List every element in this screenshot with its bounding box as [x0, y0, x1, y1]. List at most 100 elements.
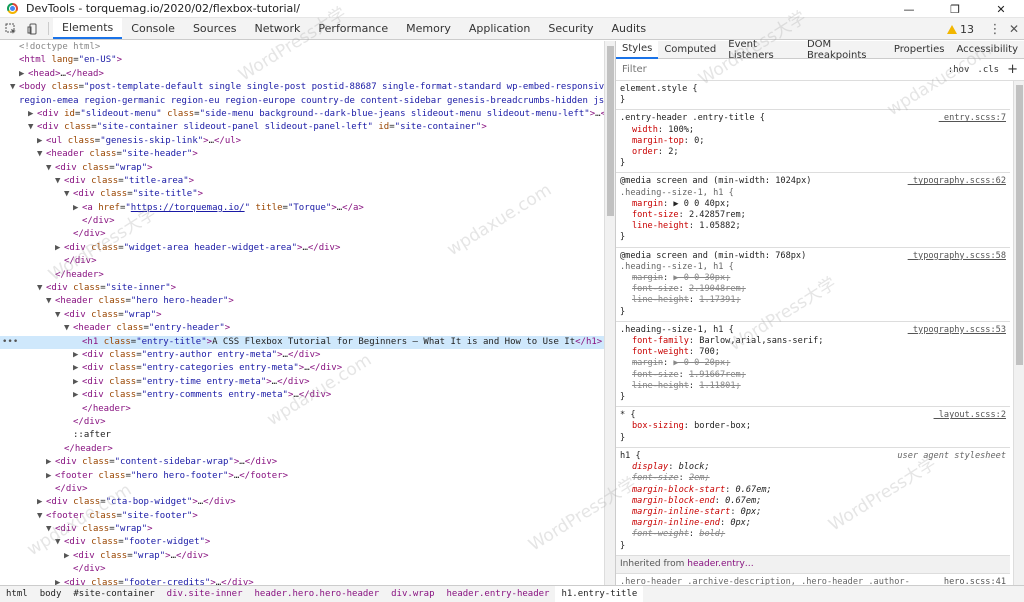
expand-toggle-icon[interactable]: ▶	[73, 376, 82, 389]
expand-toggle-icon[interactable]: ▼	[55, 175, 64, 188]
close-window-button[interactable]: ✕	[978, 0, 1024, 18]
dom-node[interactable]: ▼ <header class="entry-header">	[0, 322, 604, 335]
css-declaration[interactable]: font-family: Barlow,arial,sans-serif;	[620, 336, 1006, 347]
styles-filter-input[interactable]	[622, 64, 944, 75]
elements-dom-tree[interactable]: <!doctype html> <html lang="en-US"> ▶ <head…	[0, 41, 604, 585]
dom-node[interactable]: ▼ <header class="site-header">	[0, 148, 604, 161]
dom-node[interactable]: ▶ <footer class="hero hero-footer">…</foo…	[0, 470, 604, 483]
expand-toggle-icon[interactable]: ▶	[55, 577, 64, 585]
css-rule[interactable]: element.style {}	[616, 81, 1010, 111]
dom-node[interactable]: <html lang="en-US">	[0, 54, 604, 67]
elements-scroll-thumb[interactable]	[607, 46, 614, 216]
css-declaration[interactable]: font-size: 2.42857rem;	[620, 210, 1006, 221]
property-value[interactable]: 2.42857rem;	[689, 210, 746, 220]
hover-state-toggle[interactable]: :hov	[944, 65, 974, 75]
expand-toggle-icon[interactable]: ▼	[64, 188, 73, 201]
minimize-button[interactable]: —	[886, 0, 932, 18]
tab-elements[interactable]: Elements	[53, 18, 123, 39]
property-value[interactable]: ▶ 0 0 30px;	[673, 273, 730, 283]
css-declaration[interactable]: font-size: 2.19048rem;	[620, 284, 1006, 295]
property-value[interactable]: ▶ 0 0 20px;	[673, 358, 730, 368]
expand-toggle-icon[interactable]: ▼	[37, 510, 46, 523]
expand-toggle-icon[interactable]: ▶	[73, 349, 82, 362]
new-rule-button[interactable]: +	[1003, 62, 1024, 77]
breadcrumb-item[interactable]: h1.entry-title	[555, 585, 644, 602]
property-value[interactable]: 0.67em;	[725, 496, 761, 506]
property-name[interactable]: font-size	[632, 370, 679, 380]
rule-source-link[interactable]: _layout.scss:2	[934, 410, 1006, 421]
dom-node[interactable]: ▶ <div class="wrap">…</div>	[0, 550, 604, 563]
dom-node[interactable]: </div>	[0, 255, 604, 268]
css-declaration[interactable]: font-size: 2em;	[620, 473, 1006, 484]
class-toggle[interactable]: .cls	[973, 65, 1003, 75]
styles-tab-dom-breakpoints[interactable]: DOM Breakpoints	[801, 39, 888, 61]
expand-toggle-icon[interactable]: ▶	[73, 389, 82, 402]
css-declaration[interactable]: font-weight: 700;	[620, 347, 1006, 358]
css-declaration[interactable]: margin: ▶ 0 0 30px;	[620, 273, 1006, 284]
dom-node[interactable]: <!doctype html>	[0, 41, 604, 54]
css-declaration[interactable]: font-size: 1.91667rem;	[620, 370, 1006, 381]
property-name[interactable]: box-sizing	[632, 421, 684, 431]
warnings-badge[interactable]: 13	[947, 23, 974, 36]
css-declaration[interactable]: margin-top: 0;	[620, 136, 1006, 147]
dom-node[interactable]: ::after	[0, 429, 604, 442]
tab-sources[interactable]: Sources	[184, 18, 246, 39]
expand-toggle-icon[interactable]: ▶	[37, 496, 46, 509]
property-value[interactable]: 0.67em;	[736, 485, 772, 495]
property-name[interactable]: margin	[632, 199, 663, 209]
property-value[interactable]: 2em;	[689, 473, 710, 483]
property-name[interactable]: line-height	[632, 381, 689, 391]
dom-node[interactable]: </header>	[0, 269, 604, 282]
dom-node[interactable]: ▶ <div class="entry-time entry-meta">…</d…	[0, 376, 604, 389]
css-declaration[interactable]: line-height: 1.11801;	[620, 381, 1006, 392]
expand-toggle-icon[interactable]: ▼	[46, 295, 55, 308]
dom-node[interactable]: </div>	[0, 563, 604, 576]
property-name[interactable]: display	[632, 462, 668, 472]
css-rule[interactable]: _layout.scss:2 * {box-sizing: border-box;…	[616, 407, 1010, 448]
expand-toggle-icon[interactable]: ▼	[37, 282, 46, 295]
expand-toggle-icon[interactable]: ▼	[55, 309, 64, 322]
breadcrumb-item[interactable]: header.hero.hero-header	[249, 589, 386, 599]
css-declaration[interactable]: line-height: 1.17391;	[620, 295, 1006, 306]
tab-network[interactable]: Network	[245, 18, 309, 39]
tab-application[interactable]: Application	[460, 18, 539, 39]
property-name[interactable]: width	[632, 125, 658, 135]
css-declaration[interactable]: margin-inline-end: 0px;	[620, 518, 1006, 529]
dom-node[interactable]: ▼ <footer class="site-footer">	[0, 510, 604, 523]
dom-node[interactable]: </div>	[0, 483, 604, 496]
property-value[interactable]: ▶ 0 0 40px;	[673, 199, 730, 209]
breadcrumb-item[interactable]: #site-container	[67, 589, 160, 599]
css-declaration[interactable]: margin-block-end: 0.67em;	[620, 496, 1006, 507]
dom-node[interactable]: ▼ <div class="site-container slideout-pan…	[0, 121, 604, 134]
property-name[interactable]: font-weight	[632, 347, 689, 357]
tab-audits[interactable]: Audits	[603, 18, 656, 39]
property-name[interactable]: margin-block-start	[632, 485, 725, 495]
expand-toggle-icon[interactable]: ▶	[19, 68, 28, 81]
dom-node[interactable]: ▼ <div class="site-title">	[0, 188, 604, 201]
breadcrumb-item[interactable]: header.entry-header	[441, 589, 556, 599]
rule-selector[interactable]: .heading--size-1, h1 {	[620, 188, 1006, 199]
property-name[interactable]: line-height	[632, 295, 689, 305]
close-devtools-icon[interactable]: ✕	[1004, 22, 1024, 36]
property-value[interactable]: 1.05882;	[699, 221, 740, 231]
css-declaration[interactable]: margin: ▶ 0 0 40px;	[620, 199, 1006, 210]
property-value[interactable]: border-box;	[694, 421, 751, 431]
property-value[interactable]: bold;	[699, 529, 725, 539]
expand-toggle-icon[interactable]: ▶	[28, 108, 37, 121]
dom-node[interactable]: ▶ <div id="slideout-menu" class="side-men…	[0, 108, 604, 121]
property-value[interactable]: 700;	[699, 347, 720, 357]
node-actions-icon[interactable]: •••	[2, 336, 18, 349]
expand-toggle-icon[interactable]: ▶	[46, 456, 55, 469]
css-rule[interactable]: _typography.scss:58 @media screen and (mi…	[616, 248, 1010, 322]
property-name[interactable]: order	[632, 147, 658, 157]
styles-scroll-thumb[interactable]	[1016, 85, 1023, 365]
dom-node[interactable]: </div>	[0, 228, 604, 241]
styles-tab-computed[interactable]: Computed	[658, 41, 722, 59]
css-declaration[interactable]: display: block;	[620, 462, 1006, 473]
property-name[interactable]: font-family	[632, 336, 689, 346]
expand-toggle-icon[interactable]: ▼	[46, 162, 55, 175]
styles-tab-event-listeners[interactable]: Event Listeners	[722, 39, 801, 61]
breadcrumb-item[interactable]: body	[34, 589, 68, 599]
property-value[interactable]: 0px;	[741, 507, 762, 517]
property-name[interactable]: margin	[632, 358, 663, 368]
